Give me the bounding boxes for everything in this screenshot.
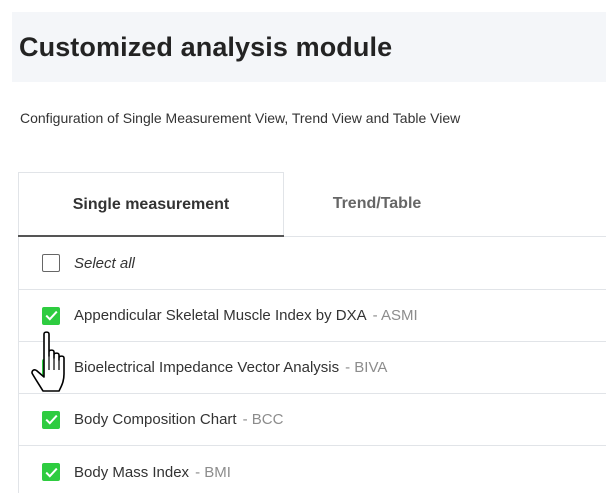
checkmark-icon xyxy=(44,310,58,321)
checkmark-icon xyxy=(44,467,58,478)
page-title: Customized analysis module xyxy=(19,32,393,62)
select-all-checkbox[interactable] xyxy=(42,254,60,272)
asmi-abbr: - ASMI xyxy=(372,307,418,324)
bmi-label: Body Mass Index xyxy=(74,463,190,481)
select-all-row[interactable]: Select all xyxy=(18,237,606,290)
biva-checkbox[interactable] xyxy=(42,358,60,377)
biva-abbr: - BIVA xyxy=(345,359,388,376)
bmi-checkbox[interactable] xyxy=(42,463,60,481)
list-item-bmi[interactable]: Body Mass Index - BMI xyxy=(18,446,606,493)
list-item-bcc[interactable]: Body Composition Chart - BCC xyxy=(18,394,606,446)
list-item-asmi[interactable]: Appendicular Skeletal Muscle Index by DX… xyxy=(18,290,606,342)
biva-label: Bioelectrical Impedance Vector Analysis xyxy=(74,359,340,376)
bcc-checkbox[interactable] xyxy=(42,410,60,429)
list-item-biva[interactable]: Bioelectrical Impedance Vector Analysis … xyxy=(18,342,606,394)
asmi-label: Appendicular Skeletal Muscle Index by DX… xyxy=(74,307,367,324)
select-all-label: Select all xyxy=(74,254,135,272)
module-description: Configuration of Single Measurement View… xyxy=(20,110,461,126)
analysis-options-list: Select all Appendicular Skeletal Muscle … xyxy=(18,237,606,493)
bcc-label: Body Composition Chart xyxy=(74,411,237,428)
tab-trend-table[interactable]: Trend/Table xyxy=(284,172,470,236)
page-header: Customized analysis module xyxy=(12,12,606,82)
bcc-abbr: - BCC xyxy=(242,411,284,428)
asmi-checkbox[interactable] xyxy=(42,306,60,325)
page: Customized analysis module Configuration… xyxy=(0,0,606,493)
bmi-abbr: - BMI xyxy=(195,463,231,481)
tab-bar: Single measurement Trend/Table xyxy=(18,172,606,237)
tab-single-measurement[interactable]: Single measurement xyxy=(18,172,284,237)
checkmark-icon xyxy=(44,362,58,373)
checkmark-icon xyxy=(44,414,58,425)
